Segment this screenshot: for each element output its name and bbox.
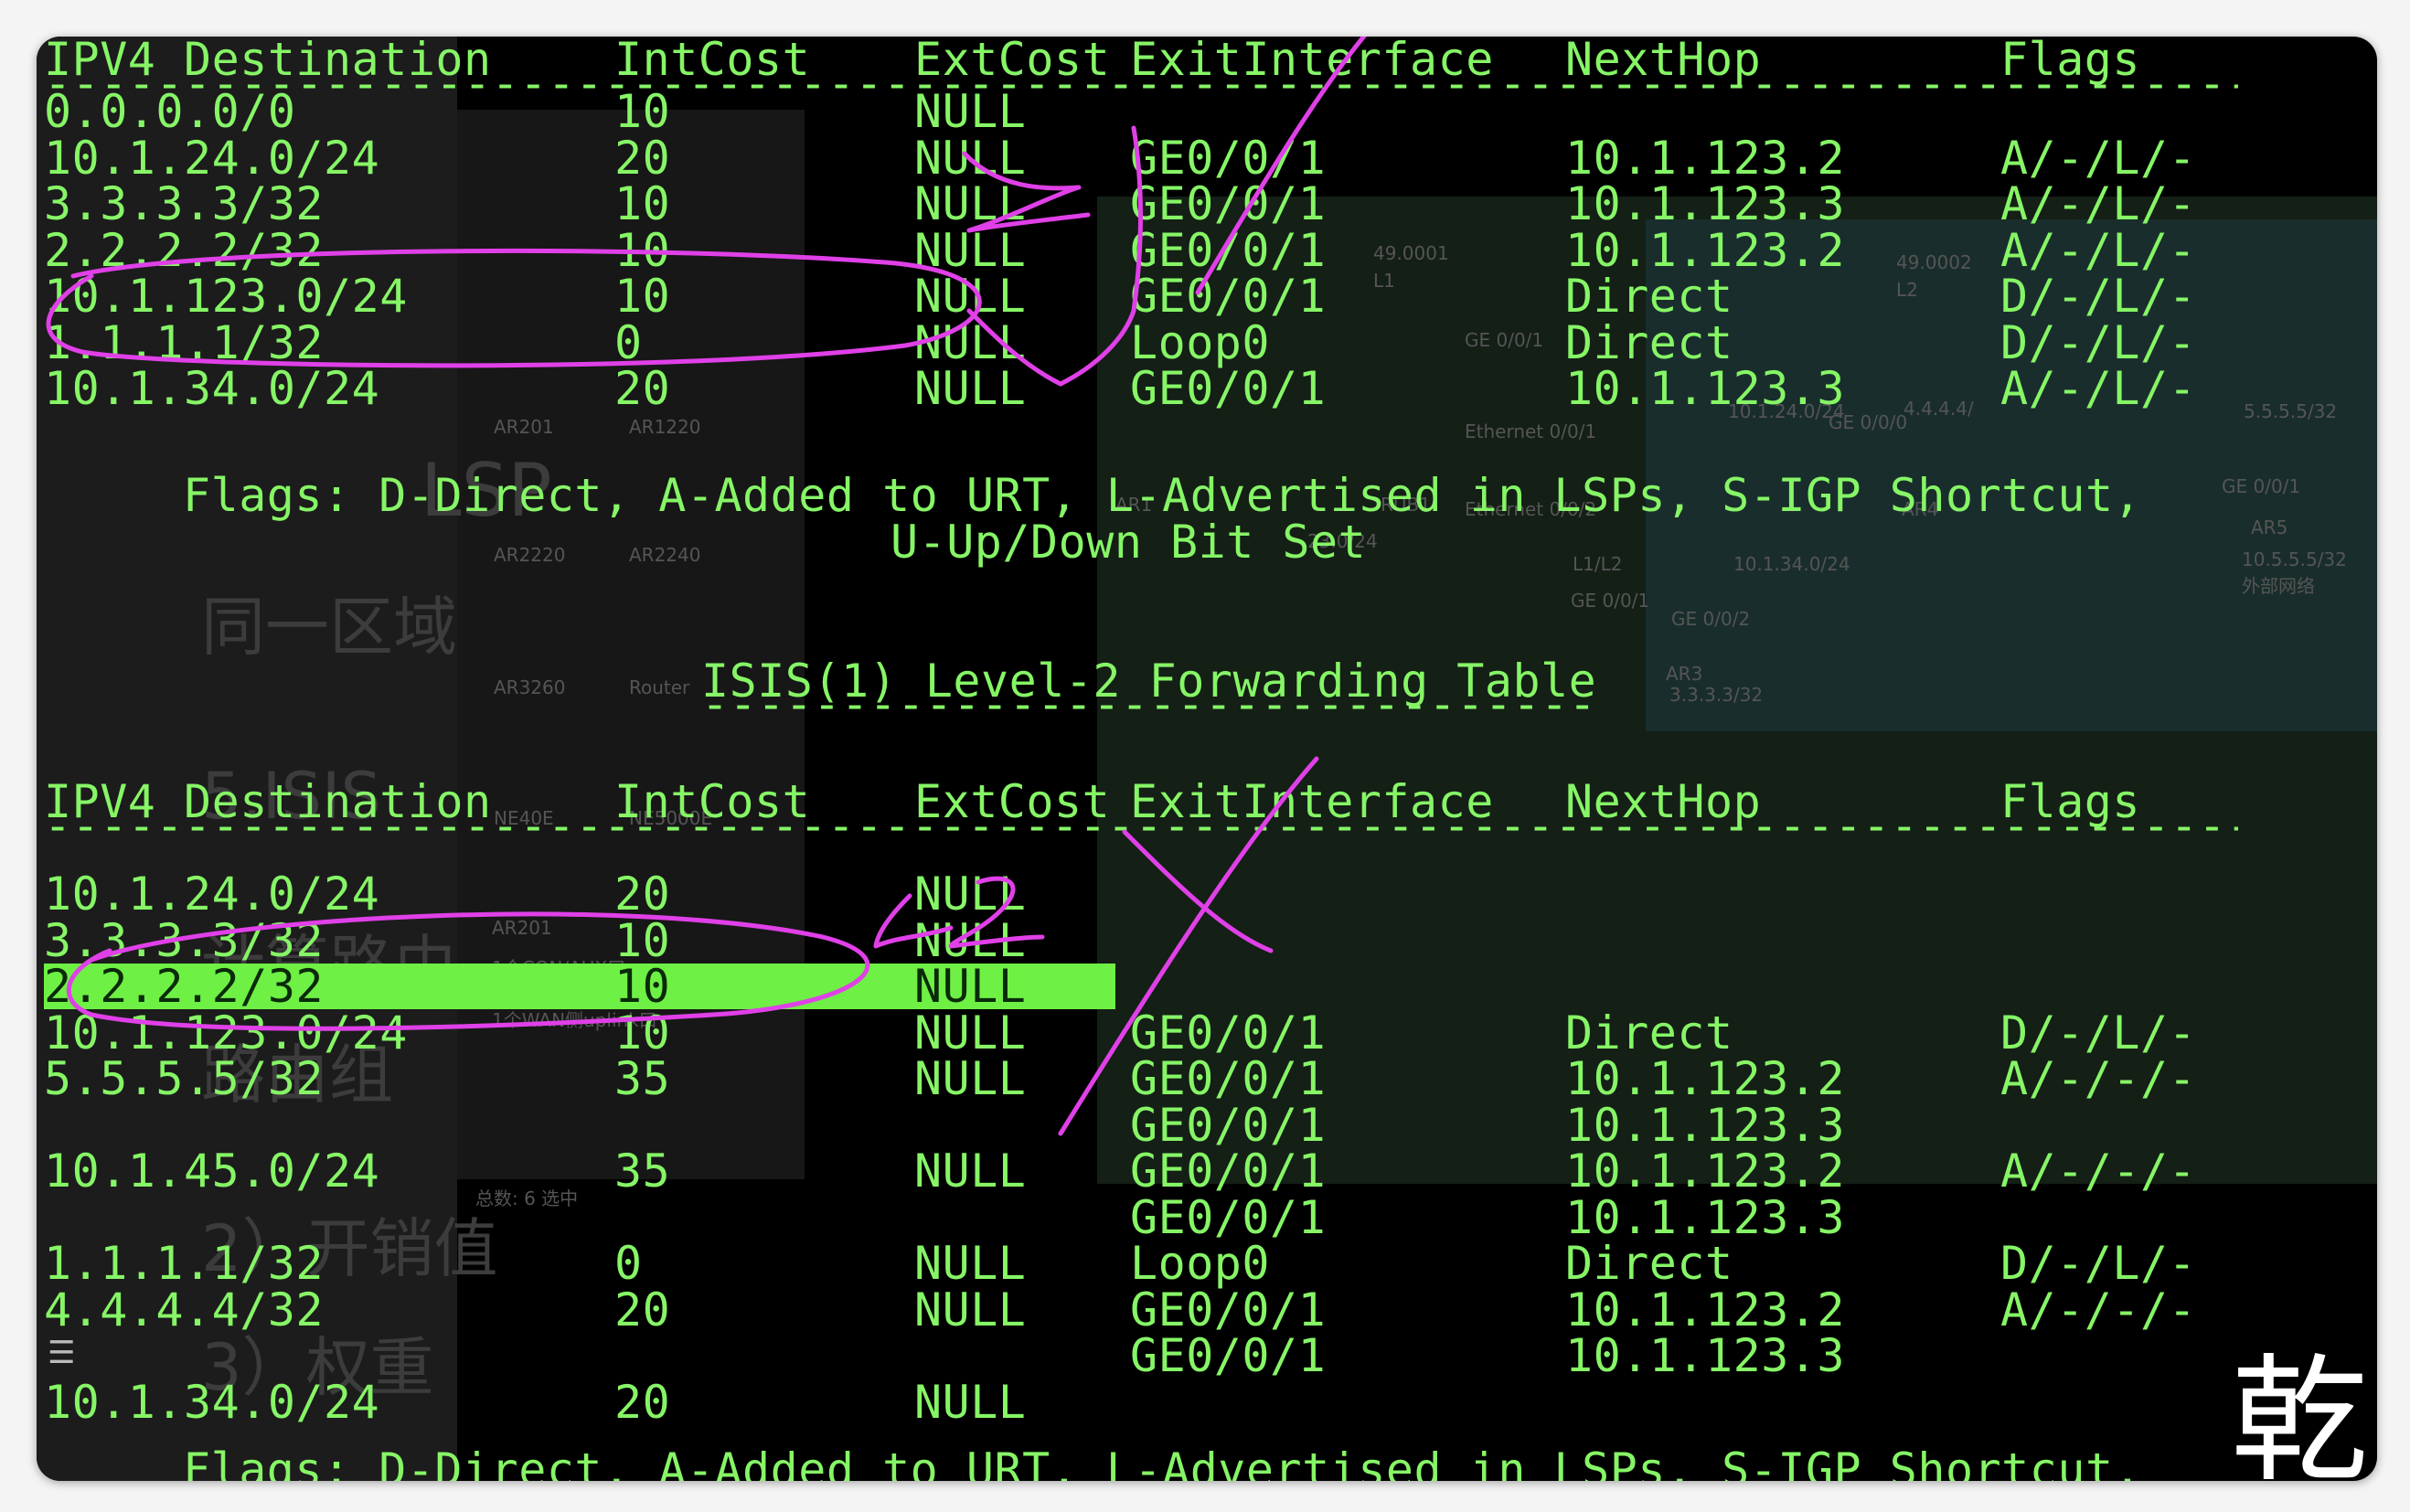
stroke-l1-vertical [966,125,1143,387]
ellipse-l2 [66,911,870,1031]
menu-icon[interactable]: ☰ [48,1335,75,1371]
stroke-l2-mark [873,876,1045,949]
stroke-l2-cross [1058,756,1319,1136]
screenshot-frame: LSP同一区域5.ISIS计算路由路由组2）开销值3）权重 AR201AR122… [37,37,2377,1481]
watermark-character: 乾 [2230,1342,2368,1481]
pen-annotations [46,37,1367,1136]
ellipse-l1 [46,248,982,368]
stroke-l1-mark [962,151,1091,233]
stroke-l1-diagonal [1195,37,1367,295]
